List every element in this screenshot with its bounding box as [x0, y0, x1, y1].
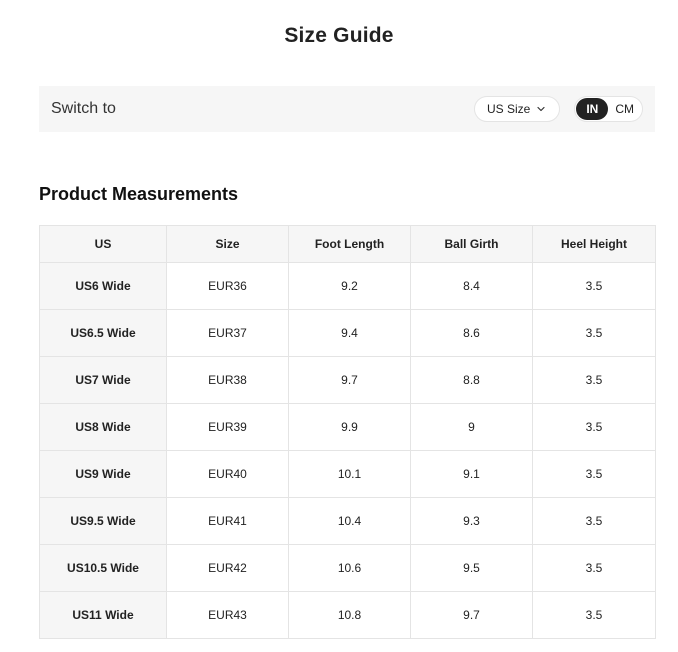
size-guide-page: Size Guide Switch to US Size IN CM Produ…	[0, 0, 678, 652]
section-title: Product Measurements	[39, 184, 239, 204]
us-size-cell: US9 Wide	[39, 450, 167, 498]
ball-girth-cell: 9.3	[410, 497, 533, 545]
heel-height-cell: 3.5	[532, 356, 656, 404]
table-header-row: US Size Foot Length Ball Girth Heel Heig…	[39, 225, 656, 263]
foot-length-cell: 9.9	[288, 403, 411, 451]
chevron-down-icon	[536, 104, 546, 114]
us-size-cell: US11 Wide	[39, 591, 167, 639]
eur-size-cell: EUR40	[166, 450, 289, 498]
foot-length-cell: 10.8	[288, 591, 411, 639]
column-header-us: US	[39, 225, 167, 263]
us-size-cell: US6 Wide	[39, 262, 167, 310]
table-row: US6 Wide EUR36 9.2 8.4 3.5	[39, 262, 656, 310]
switch-label: Switch to	[51, 100, 116, 117]
foot-length-cell: 10.6	[288, 544, 411, 592]
table-row: US6.5 Wide EUR37 9.4 8.6 3.5	[39, 309, 656, 357]
table-row: US9.5 Wide EUR41 10.4 9.3 3.5	[39, 497, 656, 545]
unit-toggle: IN CM	[574, 96, 643, 122]
foot-length-cell: 9.2	[288, 262, 411, 310]
size-system-select-value: US Size	[486, 102, 531, 116]
unit-toggle-in[interactable]: IN	[576, 98, 609, 120]
ball-girth-cell: 8.4	[410, 262, 533, 310]
table-row: US8 Wide EUR39 9.9 9 3.5	[39, 403, 656, 451]
ball-girth-cell: 8.6	[410, 309, 533, 357]
heel-height-cell: 3.5	[532, 309, 656, 357]
eur-size-cell: EUR43	[166, 591, 289, 639]
ball-girth-cell: 9.1	[410, 450, 533, 498]
table-row: US9 Wide EUR40 10.1 9.1 3.5	[39, 450, 656, 498]
column-header-size: Size	[166, 225, 289, 263]
us-size-cell: US7 Wide	[39, 356, 167, 404]
ball-girth-cell: 9.7	[410, 591, 533, 639]
ball-girth-cell: 9	[410, 403, 533, 451]
ball-girth-cell: 9.5	[410, 544, 533, 592]
us-size-cell: US10.5 Wide	[39, 544, 167, 592]
foot-length-cell: 10.4	[288, 497, 411, 545]
size-table: US Size Foot Length Ball Girth Heel Heig…	[39, 225, 656, 639]
page-title: Size Guide	[284, 24, 394, 47]
eur-size-cell: EUR42	[166, 544, 289, 592]
table-row: US7 Wide EUR38 9.7 8.8 3.5	[39, 356, 656, 404]
eur-size-cell: EUR41	[166, 497, 289, 545]
table-row: US10.5 Wide EUR42 10.6 9.5 3.5	[39, 544, 656, 592]
foot-length-cell: 9.7	[288, 356, 411, 404]
table-row: US11 Wide EUR43 10.8 9.7 3.5	[39, 591, 656, 639]
heel-height-cell: 3.5	[532, 591, 656, 639]
heel-height-cell: 3.5	[532, 497, 656, 545]
eur-size-cell: EUR37	[166, 309, 289, 357]
heel-height-cell: 3.5	[532, 544, 656, 592]
foot-length-cell: 9.4	[288, 309, 411, 357]
column-header-heel-height: Heel Height	[532, 225, 656, 263]
eur-size-cell: EUR38	[166, 356, 289, 404]
us-size-cell: US6.5 Wide	[39, 309, 167, 357]
us-size-cell: US8 Wide	[39, 403, 167, 451]
eur-size-cell: EUR36	[166, 262, 289, 310]
heel-height-cell: 3.5	[532, 403, 656, 451]
heel-height-cell: 3.5	[532, 450, 656, 498]
us-size-cell: US9.5 Wide	[39, 497, 167, 545]
heel-height-cell: 3.5	[532, 262, 656, 310]
eur-size-cell: EUR39	[166, 403, 289, 451]
switch-bar: Switch to US Size IN CM	[39, 86, 655, 132]
foot-length-cell: 10.1	[288, 450, 411, 498]
switch-controls: US Size IN CM	[473, 96, 643, 122]
unit-toggle-cm[interactable]: CM	[608, 98, 641, 120]
ball-girth-cell: 8.8	[410, 356, 533, 404]
column-header-ball-girth: Ball Girth	[410, 225, 533, 263]
size-system-select[interactable]: US Size	[473, 96, 561, 122]
column-header-foot-length: Foot Length	[288, 225, 411, 263]
